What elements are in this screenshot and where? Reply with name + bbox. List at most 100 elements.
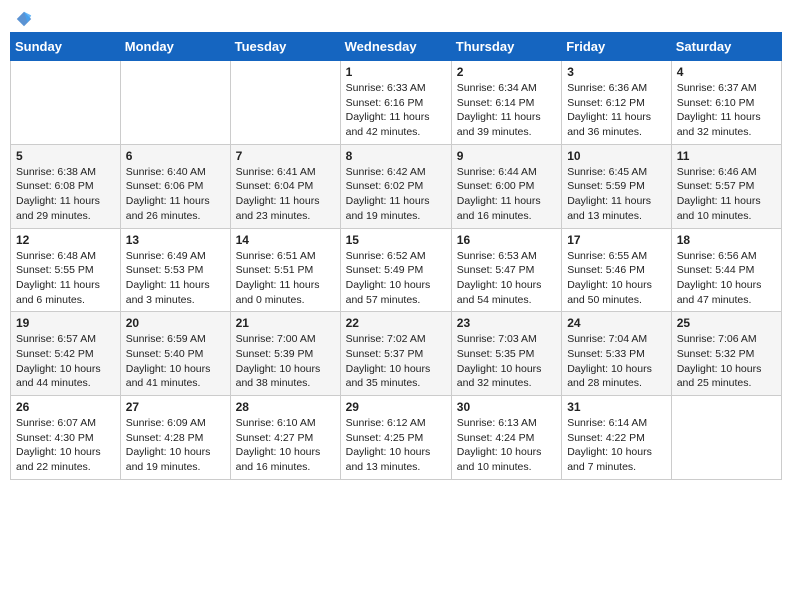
calendar-cell: 31Sunrise: 6:14 AM Sunset: 4:22 PM Dayli… <box>562 396 672 480</box>
calendar-cell: 20 Sunrise: 6:59 AM Sunset: 5:40 PM Dayli… <box>120 312 230 396</box>
day-info: Sunrise: 6:34 AM Sunset: 6:14 PM Dayligh… <box>457 81 556 140</box>
calendar-cell: 8Sunrise: 6:42 AM Sunset: 6:02 PM Daylig… <box>340 144 451 228</box>
calendar-cell: 29Sunrise: 6:12 AM Sunset: 4:25 PM Dayli… <box>340 396 451 480</box>
day-info: Sunrise: 6:49 AM Sunset: 5:53 PM Dayligh… <box>126 249 225 308</box>
day-number: 25 <box>677 316 776 330</box>
day-number: 21 <box>236 316 335 330</box>
day-number: 11 <box>677 149 776 163</box>
calendar-cell: 12Sunrise: 6:48 AM Sunset: 5:55 PM Dayli… <box>11 228 121 312</box>
calendar-cell: 7Sunrise: 6:41 AM Sunset: 6:04 PM Daylig… <box>230 144 340 228</box>
calendar-table: SundayMondayTuesdayWednesdayThursdayFrid… <box>10 32 782 480</box>
calendar-cell: 21 Sunrise: 7:00 AM Sunset: 5:39 PM Dayli… <box>230 312 340 396</box>
day-number: 5 <box>16 149 115 163</box>
calendar-cell: 18 Sunrise: 6:56 AM Sunset: 5:44 PM Dayli… <box>671 228 781 312</box>
calendar-cell: 14Sunrise: 6:51 AM Sunset: 5:51 PM Dayli… <box>230 228 340 312</box>
weekday-header-tuesday: Tuesday <box>230 33 340 61</box>
calendar-cell: 17 Sunrise: 6:55 AM Sunset: 5:46 PM Dayli… <box>562 228 672 312</box>
day-number: 6 <box>126 149 225 163</box>
calendar-week-row: 12Sunrise: 6:48 AM Sunset: 5:55 PM Dayli… <box>11 228 782 312</box>
calendar-cell: 4Sunrise: 6:37 AM Sunset: 6:10 PM Daylig… <box>671 61 781 145</box>
day-info: Sunrise: 6:33 AM Sunset: 6:16 PM Dayligh… <box>346 81 446 140</box>
weekday-header-monday: Monday <box>120 33 230 61</box>
calendar-cell: 30Sunrise: 6:13 AM Sunset: 4:24 PM Dayli… <box>451 396 561 480</box>
calendar-cell: 28 Sunrise: 6:10 AM Sunset: 4:27 PM Dayli… <box>230 396 340 480</box>
calendar-cell: 13 Sunrise: 6:49 AM Sunset: 5:53 PM Dayli… <box>120 228 230 312</box>
day-number: 2 <box>457 65 556 79</box>
day-number: 15 <box>346 233 446 247</box>
day-number: 28 <box>236 400 335 414</box>
day-number: 1 <box>346 65 446 79</box>
calendar-cell: 11 Sunrise: 6:46 AM Sunset: 5:57 PM Dayli… <box>671 144 781 228</box>
day-info: Sunrise: 6:57 AM Sunset: 5:42 PM Dayligh… <box>16 332 115 391</box>
calendar-cell: 22 Sunrise: 7:02 AM Sunset: 5:37 PM Dayli… <box>340 312 451 396</box>
weekday-header-thursday: Thursday <box>451 33 561 61</box>
calendar-week-row: 26 Sunrise: 6:07 AM Sunset: 4:30 PM Dayli… <box>11 396 782 480</box>
day-info: Sunrise: 6:42 AM Sunset: 6:02 PM Dayligh… <box>346 165 446 224</box>
day-info: Sunrise: 7:03 AM Sunset: 5:35 PM Dayligh… <box>457 332 556 391</box>
day-info: Sunrise: 6:59 AM Sunset: 5:40 PM Dayligh… <box>126 332 225 391</box>
day-number: 13 <box>126 233 225 247</box>
day-info: Sunrise: 6:56 AM Sunset: 5:44 PM Dayligh… <box>677 249 776 308</box>
day-number: 9 <box>457 149 556 163</box>
day-number: 17 <box>567 233 666 247</box>
logo <box>14 10 33 24</box>
calendar-cell: 5 Sunrise: 6:38 AM Sunset: 6:08 PM Daylig… <box>11 144 121 228</box>
calendar-header-row: SundayMondayTuesdayWednesdayThursdayFrid… <box>11 33 782 61</box>
day-info: Sunrise: 6:46 AM Sunset: 5:57 PM Dayligh… <box>677 165 776 224</box>
calendar-cell: 25 Sunrise: 7:06 AM Sunset: 5:32 PM Dayli… <box>671 312 781 396</box>
day-number: 27 <box>126 400 225 414</box>
day-info: Sunrise: 7:02 AM Sunset: 5:37 PM Dayligh… <box>346 332 446 391</box>
calendar-week-row: 19 Sunrise: 6:57 AM Sunset: 5:42 PM Dayli… <box>11 312 782 396</box>
day-info: Sunrise: 6:10 AM Sunset: 4:27 PM Dayligh… <box>236 416 335 475</box>
calendar-cell: 6 Sunrise: 6:40 AM Sunset: 6:06 PM Daylig… <box>120 144 230 228</box>
day-info: Sunrise: 7:04 AM Sunset: 5:33 PM Dayligh… <box>567 332 666 391</box>
calendar-cell: 15 Sunrise: 6:52 AM Sunset: 5:49 PM Dayli… <box>340 228 451 312</box>
day-info: Sunrise: 6:44 AM Sunset: 6:00 PM Dayligh… <box>457 165 556 224</box>
day-info: Sunrise: 6:07 AM Sunset: 4:30 PM Dayligh… <box>16 416 115 475</box>
day-info: Sunrise: 6:45 AM Sunset: 5:59 PM Dayligh… <box>567 165 666 224</box>
day-info: Sunrise: 7:06 AM Sunset: 5:32 PM Dayligh… <box>677 332 776 391</box>
day-info: Sunrise: 6:40 AM Sunset: 6:06 PM Dayligh… <box>126 165 225 224</box>
day-info: Sunrise: 6:09 AM Sunset: 4:28 PM Dayligh… <box>126 416 225 475</box>
day-number: 4 <box>677 65 776 79</box>
day-info: Sunrise: 6:48 AM Sunset: 5:55 PM Dayligh… <box>16 249 115 308</box>
calendar-cell: 2 Sunrise: 6:34 AM Sunset: 6:14 PM Daylig… <box>451 61 561 145</box>
day-number: 22 <box>346 316 446 330</box>
calendar-cell: 23 Sunrise: 7:03 AM Sunset: 5:35 PM Dayli… <box>451 312 561 396</box>
calendar-cell: 24Sunrise: 7:04 AM Sunset: 5:33 PM Dayli… <box>562 312 672 396</box>
day-info: Sunrise: 6:38 AM Sunset: 6:08 PM Dayligh… <box>16 165 115 224</box>
day-number: 26 <box>16 400 115 414</box>
logo-icon <box>15 10 33 28</box>
calendar-cell: 19 Sunrise: 6:57 AM Sunset: 5:42 PM Dayli… <box>11 312 121 396</box>
calendar-cell <box>230 61 340 145</box>
weekday-header-wednesday: Wednesday <box>340 33 451 61</box>
calendar-cell <box>11 61 121 145</box>
day-number: 20 <box>126 316 225 330</box>
day-number: 10 <box>567 149 666 163</box>
day-info: Sunrise: 6:36 AM Sunset: 6:12 PM Dayligh… <box>567 81 666 140</box>
day-info: Sunrise: 6:14 AM Sunset: 4:22 PM Dayligh… <box>567 416 666 475</box>
calendar-cell: 26 Sunrise: 6:07 AM Sunset: 4:30 PM Dayli… <box>11 396 121 480</box>
weekday-header-sunday: Sunday <box>11 33 121 61</box>
calendar-week-row: 1 Sunrise: 6:33 AM Sunset: 6:16 PM Daylig… <box>11 61 782 145</box>
day-info: Sunrise: 6:52 AM Sunset: 5:49 PM Dayligh… <box>346 249 446 308</box>
day-info: Sunrise: 6:53 AM Sunset: 5:47 PM Dayligh… <box>457 249 556 308</box>
page-header <box>10 10 782 24</box>
day-number: 23 <box>457 316 556 330</box>
day-info: Sunrise: 6:55 AM Sunset: 5:46 PM Dayligh… <box>567 249 666 308</box>
day-number: 19 <box>16 316 115 330</box>
calendar-cell: 3Sunrise: 6:36 AM Sunset: 6:12 PM Daylig… <box>562 61 672 145</box>
day-number: 7 <box>236 149 335 163</box>
weekday-header-saturday: Saturday <box>671 33 781 61</box>
day-info: Sunrise: 6:51 AM Sunset: 5:51 PM Dayligh… <box>236 249 335 308</box>
calendar-cell: 9 Sunrise: 6:44 AM Sunset: 6:00 PM Daylig… <box>451 144 561 228</box>
calendar-cell <box>120 61 230 145</box>
calendar-cell: 16 Sunrise: 6:53 AM Sunset: 5:47 PM Dayli… <box>451 228 561 312</box>
calendar-cell: 1 Sunrise: 6:33 AM Sunset: 6:16 PM Daylig… <box>340 61 451 145</box>
day-info: Sunrise: 7:00 AM Sunset: 5:39 PM Dayligh… <box>236 332 335 391</box>
day-number: 16 <box>457 233 556 247</box>
calendar-cell: 27 Sunrise: 6:09 AM Sunset: 4:28 PM Dayli… <box>120 396 230 480</box>
weekday-header-friday: Friday <box>562 33 672 61</box>
day-number: 18 <box>677 233 776 247</box>
day-info: Sunrise: 6:12 AM Sunset: 4:25 PM Dayligh… <box>346 416 446 475</box>
